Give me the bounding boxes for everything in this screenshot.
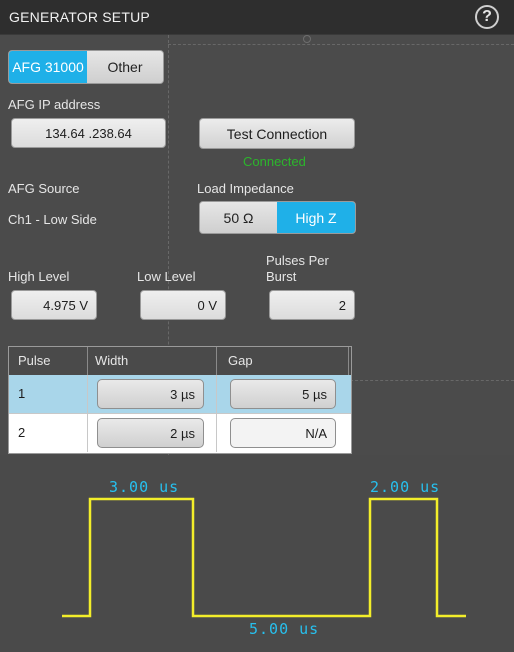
table-row[interactable]: 2 2 µs N/A <box>9 413 351 452</box>
load-impedance-label: Load Impedance <box>197 181 294 196</box>
grid-line <box>168 44 514 45</box>
title-bar: GENERATOR SETUP ? <box>0 0 514 35</box>
column-divider <box>87 375 88 413</box>
pulse-number: 2 <box>18 425 26 440</box>
high-level-field[interactable]: 4.975 V <box>11 290 97 320</box>
afg31000-option[interactable]: AFG 31000 <box>9 51 87 83</box>
pulse-gap-field[interactable]: N/A <box>230 418 336 448</box>
table-header: Pulse Width Gap <box>9 347 351 375</box>
grid-marker <box>303 35 311 43</box>
pulses-per-burst-field[interactable]: 2 <box>269 290 355 320</box>
ip-address-field[interactable]: 134.64 .238.64 <box>11 118 166 148</box>
pulse1-width-label: 3.00 us <box>109 478 180 496</box>
table-row[interactable]: 1 3 µs 5 µs <box>9 375 351 413</box>
low-level-field[interactable]: 0 V <box>140 290 226 320</box>
test-connection-button[interactable]: Test Connection <box>199 118 355 149</box>
help-icon[interactable]: ? <box>475 5 499 29</box>
instrument-selector: AFG 31000 Other <box>8 50 164 84</box>
ip-address-label: AFG IP address <box>8 97 101 112</box>
low-level-label: Low Level <box>137 269 196 284</box>
load-impedance-selector: 50 Ω High Z <box>199 201 356 234</box>
pulses-per-burst-label-line2: Burst <box>266 269 297 284</box>
window-title: GENERATOR SETUP <box>9 9 150 25</box>
column-divider <box>216 375 217 413</box>
column-divider <box>87 414 88 452</box>
pulse-table: Pulse Width Gap 1 3 µs 5 µs 2 2 µs N/A <box>8 346 352 454</box>
high-level-label: High Level <box>8 269 70 284</box>
afg-source-value: Ch1 - Low Side <box>8 212 97 227</box>
gap-label: 5.00 us <box>249 620 320 638</box>
pulse-width-field[interactable]: 2 µs <box>97 418 204 448</box>
connection-status: Connected <box>243 154 306 169</box>
other-option[interactable]: Other <box>87 51 163 83</box>
pulse-width-field[interactable]: 3 µs <box>97 379 204 409</box>
waveform-preview: 3.00 us 5.00 us 2.00 us <box>0 459 514 652</box>
header-pulse: Pulse <box>18 353 51 368</box>
column-divider <box>216 414 217 452</box>
afg-source-label: AFG Source <box>8 181 80 196</box>
pulse-waveform-line <box>62 497 466 618</box>
header-divider <box>348 347 349 375</box>
header-divider <box>216 347 217 375</box>
header-divider <box>87 347 88 375</box>
impedance-high-z-option[interactable]: High Z <box>277 202 355 233</box>
impedance-50-ohm-option[interactable]: 50 Ω <box>200 202 277 233</box>
pulse2-width-label: 2.00 us <box>370 478 441 496</box>
header-gap: Gap <box>228 353 253 368</box>
grid-line <box>350 380 514 381</box>
pulse-number: 1 <box>18 386 26 401</box>
header-width: Width <box>95 353 129 368</box>
pulses-per-burst-label-line1: Pulses Per <box>266 253 329 268</box>
pulse-gap-field[interactable]: 5 µs <box>230 379 336 409</box>
